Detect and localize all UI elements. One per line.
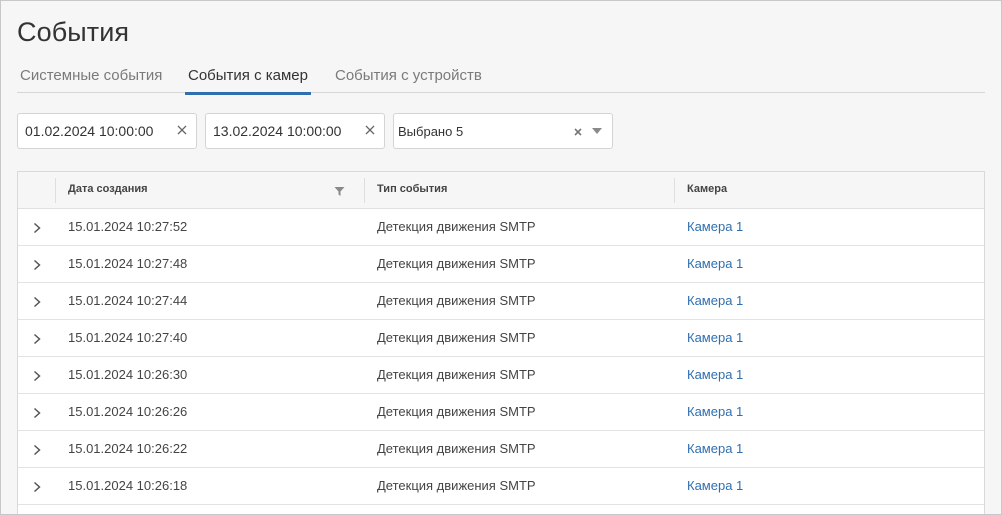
column-divider xyxy=(55,178,56,203)
cell-date: 15.01.2024 10:26:18 xyxy=(68,478,188,493)
cell-event-type: Детекция движения SMTP xyxy=(377,293,536,308)
filter-icon[interactable] xyxy=(334,186,345,197)
close-icon[interactable] xyxy=(174,122,190,138)
date-from-input[interactable] xyxy=(18,114,168,148)
table-row[interactable]: 15.01.2024 10:26:22 Детекция движения SMT… xyxy=(18,431,984,468)
caret-down-icon[interactable] xyxy=(592,128,602,134)
events-page: События Системные события События с каме… xyxy=(0,0,1002,515)
cell-camera-link[interactable]: Камера 1 xyxy=(687,246,743,282)
cell-event-type: Детекция движения SMTP xyxy=(377,219,536,234)
chevron-right-icon[interactable] xyxy=(30,443,44,457)
chevron-right-icon[interactable] xyxy=(30,369,44,383)
table-row[interactable]: 15.01.2024 10:26:26 Детекция движения SMT… xyxy=(18,394,984,431)
tab-device-events[interactable]: События с устройств xyxy=(332,67,485,93)
date-to-field[interactable] xyxy=(205,113,385,149)
cell-date: 15.01.2024 10:26:30 xyxy=(68,367,188,382)
table-row[interactable]: 15.01.2024 10:27:40 Детекция движения SMT… xyxy=(18,320,984,357)
cell-camera-link[interactable]: Камера 1 xyxy=(687,394,743,430)
table-row[interactable]: 15.01.2024 10:27:44 Детекция движения SMT… xyxy=(18,283,984,320)
column-header-event-type[interactable]: Тип события xyxy=(377,172,447,209)
events-table: Дата создания Тип события Камера 15.01.2… xyxy=(17,171,985,514)
cell-event-type: Детекция движения SMTP xyxy=(377,256,536,271)
close-icon[interactable] xyxy=(362,122,378,138)
table-header: Дата создания Тип события Камера xyxy=(18,172,984,209)
table-row[interactable]: 15.01.2024 10:27:52 Детекция движения SMT… xyxy=(18,209,984,246)
event-type-selected-value: Выбрано 5 xyxy=(398,124,464,139)
cell-event-type: Детекция движения SMTP xyxy=(377,404,536,419)
close-icon[interactable] xyxy=(570,124,586,140)
tab-camera-events[interactable]: События с камер xyxy=(185,67,311,95)
column-divider xyxy=(674,178,675,203)
cell-camera-link[interactable]: Камера 1 xyxy=(687,468,743,504)
table-row[interactable]: 15.01.2024 10:26:18 Детекция движения SMT… xyxy=(18,468,984,505)
column-header-date[interactable]: Дата создания xyxy=(68,172,148,209)
chevron-right-icon[interactable] xyxy=(30,406,44,420)
table-row[interactable]: 15.01.2024 10:26:30 Детекция движения SMT… xyxy=(18,357,984,394)
cell-camera-link[interactable]: Камера 1 xyxy=(687,209,743,245)
cell-camera-link[interactable]: Камера 1 xyxy=(687,357,743,393)
cell-date: 15.01.2024 10:27:52 xyxy=(68,219,188,234)
cell-camera-link[interactable]: Камера 1 xyxy=(687,283,743,319)
cell-event-type: Детекция движения SMTP xyxy=(377,478,536,493)
chevron-right-icon[interactable] xyxy=(30,332,44,346)
cell-date: 15.01.2024 10:27:40 xyxy=(68,330,188,345)
cell-date: 15.01.2024 10:27:44 xyxy=(68,293,188,308)
cell-camera-link[interactable]: Камера 1 xyxy=(687,431,743,467)
table-row[interactable]: 15.01.2024 10:27:48 Детекция движения SMT… xyxy=(18,246,984,283)
page-title: События xyxy=(17,17,130,47)
date-from-field[interactable] xyxy=(17,113,197,149)
cell-date: 15.01.2024 10:26:22 xyxy=(68,441,188,456)
column-divider xyxy=(364,178,365,203)
column-header-camera[interactable]: Камера xyxy=(687,172,727,209)
cell-event-type: Детекция движения SMTP xyxy=(377,441,536,456)
chevron-right-icon[interactable] xyxy=(30,258,44,272)
event-type-select[interactable]: Выбрано 5 xyxy=(393,113,613,149)
cell-event-type: Детекция движения SMTP xyxy=(377,330,536,345)
chevron-right-icon[interactable] xyxy=(30,295,44,309)
cell-camera-link[interactable]: Камера 1 xyxy=(687,320,743,356)
chevron-right-icon[interactable] xyxy=(30,480,44,494)
date-to-input[interactable] xyxy=(206,114,356,148)
cell-date: 15.01.2024 10:26:26 xyxy=(68,404,188,419)
tab-bar: Системные события События с камер Событи… xyxy=(17,63,985,95)
cell-event-type: Детекция движения SMTP xyxy=(377,367,536,382)
tab-system-events[interactable]: Системные события xyxy=(17,67,165,93)
cell-date: 15.01.2024 10:27:48 xyxy=(68,256,188,271)
chevron-right-icon[interactable] xyxy=(30,221,44,235)
